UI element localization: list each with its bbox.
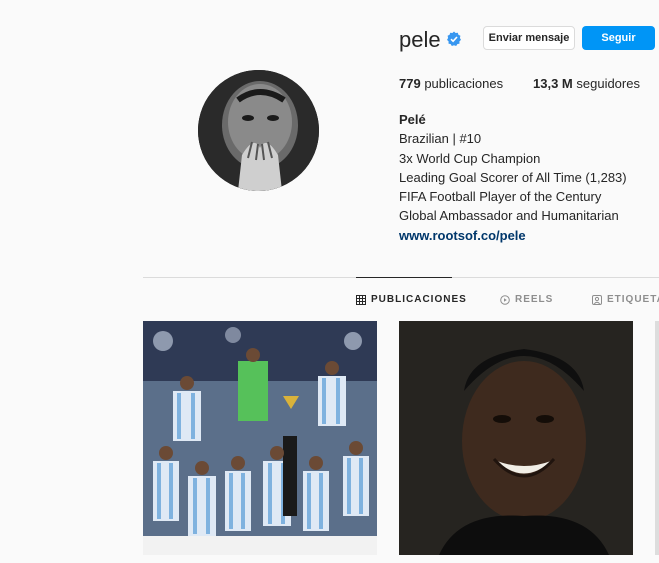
- posts-label: publicaciones: [424, 76, 504, 91]
- followers-count-stat[interactable]: 13,3 M seguidores: [533, 76, 640, 92]
- send-message-button[interactable]: Enviar mensaje: [483, 26, 575, 50]
- bio-full-name: Pelé: [399, 112, 426, 127]
- tab-posts-label: PUBLICACIONES: [371, 294, 467, 305]
- post-thumbnail[interactable]: [143, 321, 377, 555]
- bio-line: 3x World Cup Champion: [399, 150, 541, 166]
- follow-button[interactable]: Seguir: [582, 26, 655, 50]
- tab-tagged-label: ETIQUETAD: [607, 294, 659, 305]
- verified-badge-icon: [446, 31, 462, 47]
- profile-bio: Pelé Brazilian | #10 3x World Cup Champi…: [399, 110, 627, 245]
- post-image-portrait: [399, 321, 633, 555]
- bio-line: Brazilian | #10: [399, 131, 482, 147]
- post-thumbnail[interactable]: [399, 321, 633, 555]
- bio-line: Global Ambassador and Humanitarian: [399, 208, 619, 224]
- active-tab-indicator: [356, 277, 452, 278]
- profile-username: pele: [399, 27, 441, 52]
- profile-avatar[interactable]: [198, 70, 319, 191]
- reels-icon: [500, 294, 510, 305]
- post-image-team-celebration: [143, 321, 377, 555]
- posts-count-stat: 779 publicaciones: [399, 76, 503, 92]
- grid-icon: [356, 294, 366, 305]
- bio-line: FIFA Football Player of the Century: [399, 189, 602, 205]
- followers-label: seguidores: [576, 76, 640, 91]
- bio-line: Leading Goal Scorer of All Time (1,283): [399, 169, 627, 185]
- posts-count: 779: [399, 76, 421, 91]
- followers-count: 13,3 M: [533, 76, 573, 91]
- tab-tagged[interactable]: ETIQUETAD: [592, 294, 659, 305]
- post-thumbnail[interactable]: [655, 321, 659, 555]
- avatar-image: [198, 70, 319, 191]
- tab-posts[interactable]: PUBLICACIONES: [356, 294, 467, 305]
- tagged-icon: [592, 294, 602, 305]
- bio-website-link[interactable]: www.rootsof.co/pele: [399, 228, 526, 243]
- tab-reels-label: REELS: [515, 294, 554, 305]
- tab-reels[interactable]: REELS: [500, 294, 553, 305]
